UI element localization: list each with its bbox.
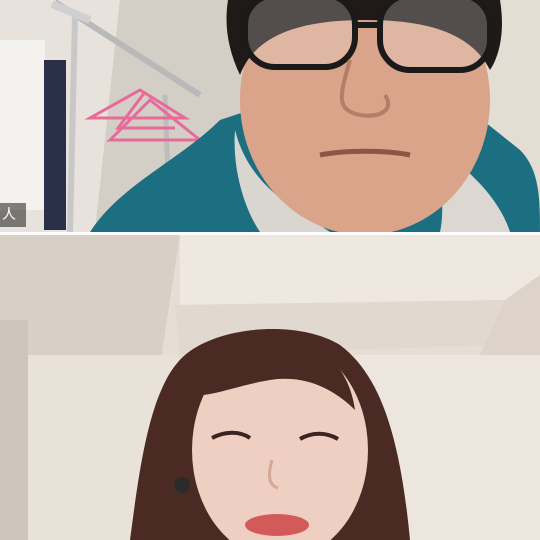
video-feed-top: [0, 0, 540, 232]
video-feed-bottom: [0, 235, 540, 540]
participant-tile-bottom[interactable]: [0, 235, 540, 540]
participant-name-tag: 人: [0, 203, 26, 227]
participant-tile-top[interactable]: 人: [0, 0, 540, 232]
earphone-icon: [174, 477, 190, 493]
video-call-grid: 人: [0, 0, 540, 540]
